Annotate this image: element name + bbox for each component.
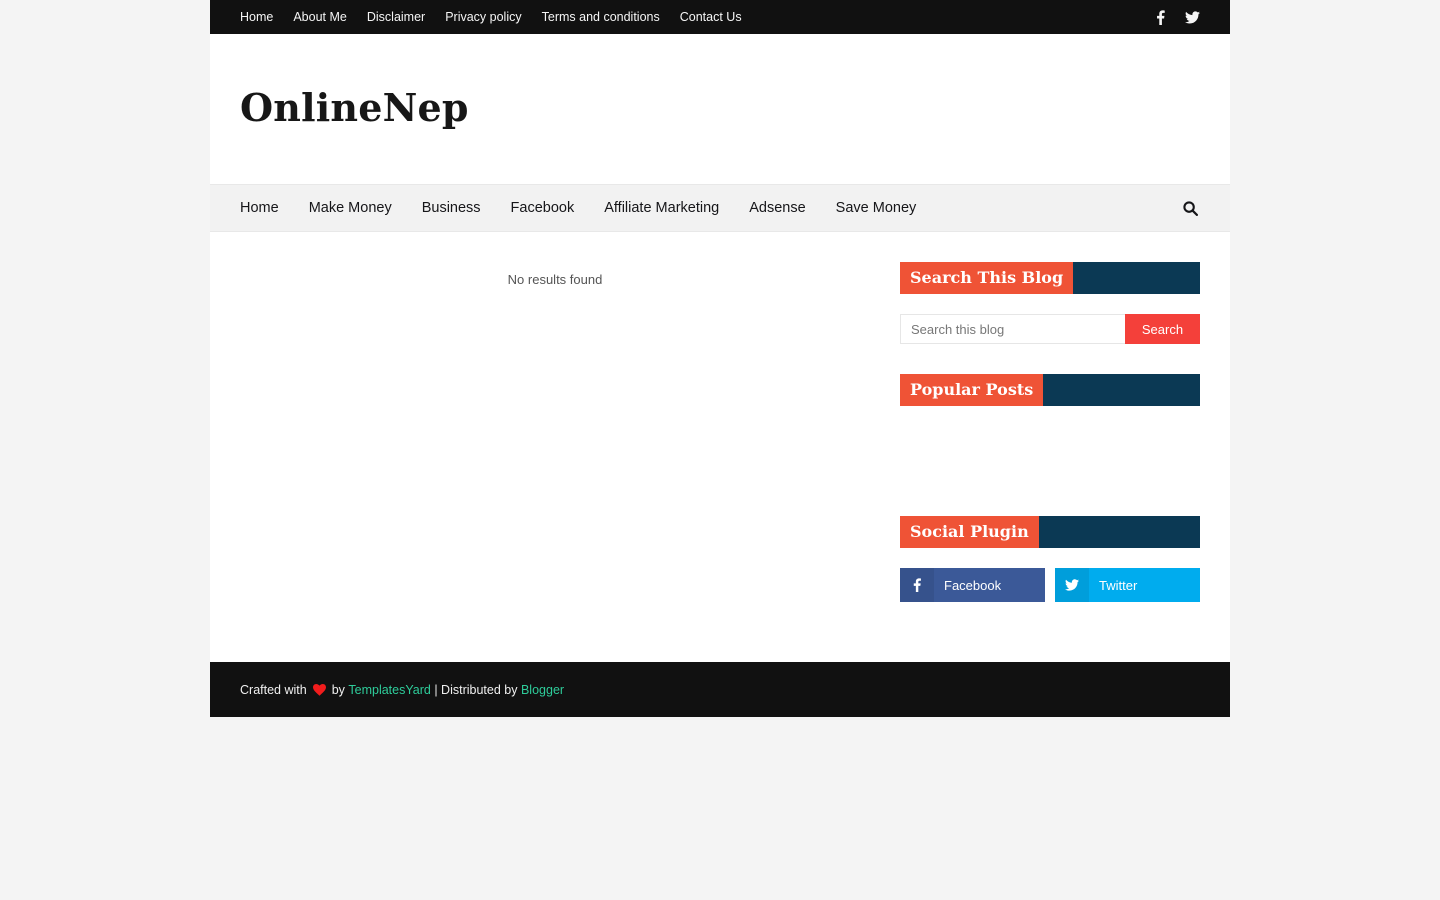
main-column: No results found	[240, 262, 870, 632]
facebook-icon[interactable]	[1152, 9, 1168, 25]
popular-posts-widget: Popular Posts	[900, 374, 1200, 486]
top-link-home[interactable]: Home	[240, 0, 273, 34]
search-icon[interactable]	[1180, 198, 1200, 218]
widget-title: Popular Posts	[900, 374, 1044, 406]
widget-title-bar: Search This Blog	[900, 262, 1200, 294]
site-logo[interactable]: OnlineNep	[240, 85, 469, 130]
widget-title-bar: Popular Posts	[900, 374, 1200, 406]
nav-item-facebook[interactable]: Facebook	[511, 185, 575, 231]
top-link-contact[interactable]: Contact Us	[680, 0, 742, 34]
blog-search-button[interactable]: Search	[1125, 314, 1200, 344]
top-link-privacy[interactable]: Privacy policy	[445, 0, 521, 34]
facebook-icon	[900, 568, 934, 602]
top-links: Home About Me Disclaimer Privacy policy …	[240, 0, 762, 34]
top-link-about[interactable]: About Me	[293, 0, 347, 34]
twitter-button-label: Twitter	[1099, 577, 1138, 593]
main-nav: Home Make Money Business Facebook Affili…	[210, 184, 1230, 232]
social-buttons: Facebook Twitter	[900, 568, 1200, 602]
no-results-message: No results found	[507, 272, 603, 287]
nav-item-make-money[interactable]: Make Money	[309, 185, 392, 231]
widget-title: Search This Blog	[900, 262, 1074, 294]
nav-items: Home Make Money Business Facebook Affili…	[240, 185, 946, 231]
social-plugin-widget: Social Plugin Facebook Twitter	[900, 516, 1200, 602]
top-bar: Home About Me Disclaimer Privacy policy …	[210, 0, 1230, 34]
nav-item-home[interactable]: Home	[240, 185, 279, 231]
blogger-link[interactable]: Blogger	[521, 683, 564, 697]
nav-item-affiliate-marketing[interactable]: Affiliate Marketing	[604, 185, 719, 231]
blog-search-input[interactable]	[900, 314, 1125, 344]
facebook-button-label: Facebook	[944, 577, 1002, 593]
facebook-button[interactable]: Facebook	[900, 568, 1045, 602]
page-container: Home About Me Disclaimer Privacy policy …	[210, 0, 1230, 717]
footer-by-text: by	[331, 682, 345, 697]
search-widget: Search This Blog Search	[900, 262, 1200, 344]
site-header: OnlineNep	[210, 34, 1230, 184]
footer-crafted-text: Crafted with	[240, 682, 307, 697]
site-footer: Crafted with by TemplatesYard | Distribu…	[210, 662, 1230, 717]
widget-title-bar: Social Plugin	[900, 516, 1200, 548]
footer-distributed-text: | Distributed by	[434, 682, 518, 697]
nav-item-save-money[interactable]: Save Money	[836, 185, 917, 231]
nav-item-business[interactable]: Business	[422, 185, 481, 231]
nav-item-adsense[interactable]: Adsense	[749, 185, 805, 231]
templatesyard-link[interactable]: TemplatesYard	[348, 683, 430, 697]
sidebar: Search This Blog Search Popular Posts So…	[900, 262, 1200, 632]
twitter-icon[interactable]	[1184, 9, 1200, 25]
top-social	[1152, 9, 1200, 25]
top-link-disclaimer[interactable]: Disclaimer	[367, 0, 425, 34]
content-area: No results found Search This Blog Search…	[210, 232, 1230, 662]
twitter-icon	[1055, 568, 1089, 602]
widget-title: Social Plugin	[900, 516, 1039, 548]
popular-posts-list	[900, 406, 1200, 486]
heart-icon	[312, 683, 326, 696]
blog-search-form: Search	[900, 314, 1200, 344]
twitter-button[interactable]: Twitter	[1055, 568, 1200, 602]
top-link-terms[interactable]: Terms and conditions	[542, 0, 660, 34]
